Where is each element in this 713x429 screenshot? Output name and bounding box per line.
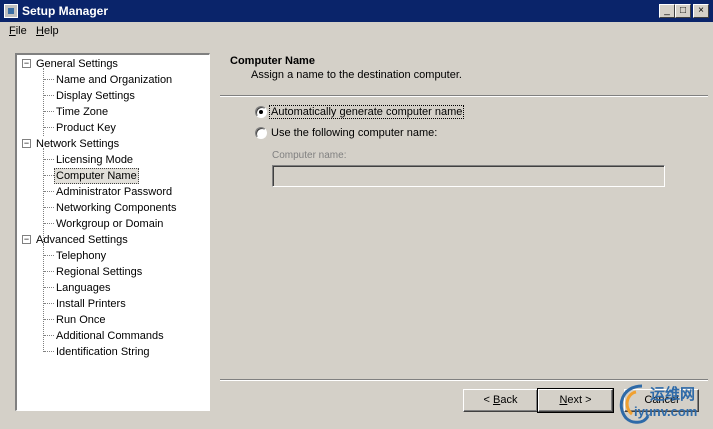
header-divider (220, 95, 708, 97)
tree-item-languages[interactable]: Languages (56, 281, 110, 295)
computer-name-label: Computer name: (272, 150, 347, 161)
menu-bar: File Help (0, 22, 713, 42)
tree-group-network[interactable]: Network Settings (36, 137, 119, 151)
tree-connector (44, 303, 54, 304)
page-description: Assign a name to the destination compute… (251, 69, 462, 81)
tree-item-time-zone[interactable]: Time Zone (56, 105, 108, 119)
tree-connector (44, 175, 54, 176)
page-title: Computer Name (230, 55, 315, 67)
tree-group-general[interactable]: General Settings (36, 57, 118, 71)
back-button[interactable]: < Back (463, 389, 538, 412)
watermark-logo: 运维网 iyunv.com (612, 380, 710, 426)
menu-file-accel: F (9, 25, 16, 37)
watermark-cn: 运维网 (650, 386, 696, 403)
watermark-swirl-icon (619, 384, 650, 424)
tree-item-regional-settings[interactable]: Regional Settings (56, 265, 142, 279)
menu-help-rest: elp (43, 25, 59, 37)
menu-help[interactable]: Help (36, 25, 59, 37)
auto-generate-radio[interactable] (255, 106, 267, 118)
tree-connector (44, 191, 54, 192)
tree-item-networking-components[interactable]: Networking Components (56, 201, 176, 215)
tree-connector (44, 255, 54, 256)
collapse-network-icon[interactable]: − (22, 139, 31, 148)
tree-connector (44, 127, 54, 128)
tree-connector (44, 271, 54, 272)
tree-connector (44, 95, 54, 96)
close-button[interactable]: × (693, 4, 709, 18)
settings-tree[interactable]: − General Settings Name and Organization… (15, 53, 210, 411)
collapse-general-icon[interactable]: − (22, 59, 31, 68)
next-button[interactable]: Next > (537, 388, 614, 413)
tree-connector (44, 287, 54, 288)
watermark-url: iyunv.com (634, 404, 698, 419)
tree-connector (44, 335, 54, 336)
tree-item-licensing-mode[interactable]: Licensing Mode (56, 153, 133, 167)
auto-generate-label[interactable]: Automatically generate computer name (269, 105, 465, 119)
tree-connector (44, 319, 54, 320)
tree-item-administrator-password[interactable]: Administrator Password (56, 185, 172, 199)
tree-item-display-settings[interactable]: Display Settings (56, 89, 135, 103)
tree-item-identification-string[interactable]: Identification String (56, 345, 150, 359)
next-rest: ext > (567, 394, 592, 406)
use-following-label[interactable]: Use the following computer name: (271, 127, 437, 139)
tree-item-workgroup-domain[interactable]: Workgroup or Domain (56, 217, 163, 231)
tree-connector (44, 351, 54, 352)
tree-item-product-key[interactable]: Product Key (56, 121, 116, 135)
maximize-button[interactable]: □ (675, 4, 691, 18)
tree-item-telephony[interactable]: Telephony (56, 249, 106, 263)
tree-group-advanced[interactable]: Advanced Settings (36, 233, 128, 247)
tree-connector (44, 79, 54, 80)
menu-file[interactable]: File (9, 25, 27, 37)
minimize-button[interactable]: _ (659, 4, 675, 18)
tree-item-additional-commands[interactable]: Additional Commands (56, 329, 164, 343)
tree-item-name-organization[interactable]: Name and Organization (56, 73, 172, 87)
app-icon (4, 4, 18, 18)
tree-connector (44, 207, 54, 208)
computer-name-input[interactable] (272, 165, 665, 187)
tree-connector (44, 223, 54, 224)
tree-connector (44, 159, 54, 160)
back-rest: ack (500, 394, 518, 406)
tree-item-run-once[interactable]: Run Once (56, 313, 106, 327)
use-following-radio[interactable] (255, 127, 267, 139)
collapse-advanced-icon[interactable]: − (22, 235, 31, 244)
tree-connector (44, 111, 54, 112)
menu-help-accel: H (36, 25, 44, 37)
tree-item-install-printers[interactable]: Install Printers (56, 297, 126, 311)
tree-item-computer-name[interactable]: Computer Name (54, 168, 139, 184)
back-prefix: < (483, 394, 493, 406)
window-title: Setup Manager (22, 4, 109, 18)
title-bar: Setup Manager _ □ × (0, 0, 713, 22)
menu-file-rest: ile (15, 25, 27, 37)
